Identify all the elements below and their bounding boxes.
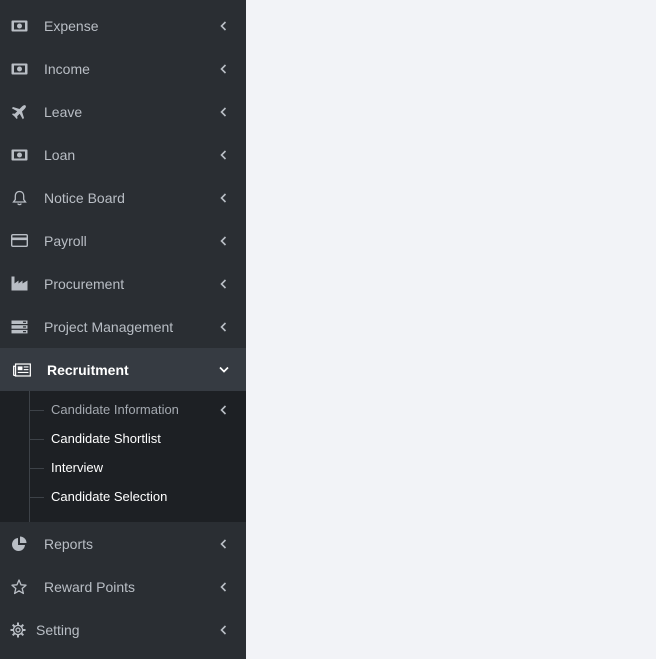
sidebar-item-label: Notice Board bbox=[44, 189, 125, 206]
money-icon bbox=[10, 18, 28, 34]
submenu-item-candidate-information[interactable]: Candidate Information bbox=[0, 395, 246, 424]
chevron-left-icon bbox=[218, 278, 228, 289]
sidebar-item-income[interactable]: Income bbox=[0, 47, 246, 90]
sidebar: Expense Income Leave Loan Notice Board P… bbox=[0, 0, 246, 659]
sidebar-item-loan[interactable]: Loan bbox=[0, 133, 246, 176]
sidebar-item-reward-points[interactable]: Reward Points bbox=[0, 565, 246, 608]
sidebar-item-label: Project Management bbox=[44, 318, 174, 335]
submenu-item-candidate-selection[interactable]: Candidate Selection bbox=[0, 482, 246, 511]
sidebar-item-payroll[interactable]: Payroll bbox=[0, 219, 246, 262]
chevron-down-icon bbox=[219, 365, 229, 375]
main-content-area bbox=[246, 0, 656, 659]
chevron-left-icon bbox=[218, 63, 228, 74]
sidebar-item-notice-board[interactable]: Notice Board bbox=[0, 176, 246, 219]
newspaper-icon bbox=[13, 362, 31, 378]
bell-icon bbox=[10, 190, 28, 206]
chevron-left-icon bbox=[218, 106, 228, 117]
sidebar-item-label: Procurement bbox=[44, 275, 125, 292]
submenu-item-candidate-shortlist[interactable]: Candidate Shortlist bbox=[0, 424, 246, 453]
money-icon bbox=[10, 147, 28, 163]
submenu-tick bbox=[30, 438, 44, 440]
sidebar-item-label: Loan bbox=[44, 146, 76, 163]
money-icon bbox=[10, 61, 28, 77]
submenu-tick bbox=[30, 467, 44, 469]
star-icon bbox=[10, 578, 28, 595]
sidebar-item-project-management[interactable]: Project Management bbox=[0, 305, 246, 348]
sidebar-item-leave[interactable]: Leave bbox=[0, 90, 246, 133]
sidebar-item-label: Reward Points bbox=[44, 578, 136, 595]
submenu-item-label: Candidate Selection bbox=[51, 489, 168, 504]
sidebar-item-procurement[interactable]: Procurement bbox=[0, 262, 246, 305]
pie-chart-icon bbox=[10, 536, 28, 552]
chevron-left-icon bbox=[218, 20, 228, 31]
chevron-left-icon bbox=[218, 538, 228, 549]
sidebar-item-recruitment[interactable]: Recruitment bbox=[0, 348, 246, 391]
recruitment-submenu: Candidate Information Candidate Shortlis… bbox=[0, 391, 246, 522]
chevron-left-icon bbox=[218, 192, 228, 203]
submenu-tick bbox=[30, 496, 44, 498]
credit-card-icon bbox=[10, 233, 28, 249]
plane-icon bbox=[10, 104, 28, 120]
gear-icon bbox=[9, 622, 27, 638]
submenu-item-label: Interview bbox=[51, 460, 104, 475]
sidebar-item-setting[interactable]: Setting bbox=[0, 608, 246, 651]
submenu-item-label: Candidate Information bbox=[51, 402, 179, 417]
chevron-left-icon bbox=[218, 581, 228, 592]
server-icon bbox=[10, 319, 28, 335]
submenu-item-label: Candidate Shortlist bbox=[51, 431, 161, 446]
sidebar-item-label: Expense bbox=[44, 17, 99, 34]
sidebar-item-label: Setting bbox=[36, 621, 80, 638]
sidebar-item-reports[interactable]: Reports bbox=[0, 522, 246, 565]
sidebar-item-label: Reports bbox=[44, 535, 94, 552]
sidebar-item-label: Recruitment bbox=[47, 361, 129, 378]
submenu-tick bbox=[30, 409, 44, 411]
sidebar-item-label: Income bbox=[44, 60, 90, 77]
sidebar-item-label: Payroll bbox=[44, 232, 87, 249]
chevron-left-icon bbox=[218, 624, 228, 635]
chevron-left-icon bbox=[218, 321, 228, 332]
chevron-left-icon bbox=[218, 149, 228, 160]
chevron-left-icon bbox=[218, 235, 228, 246]
sidebar-item-expense[interactable]: Expense bbox=[0, 4, 246, 47]
industry-icon bbox=[10, 276, 28, 292]
sidebar-item-label: Leave bbox=[44, 103, 83, 120]
submenu-item-interview[interactable]: Interview bbox=[0, 453, 246, 482]
chevron-left-icon bbox=[218, 404, 228, 415]
